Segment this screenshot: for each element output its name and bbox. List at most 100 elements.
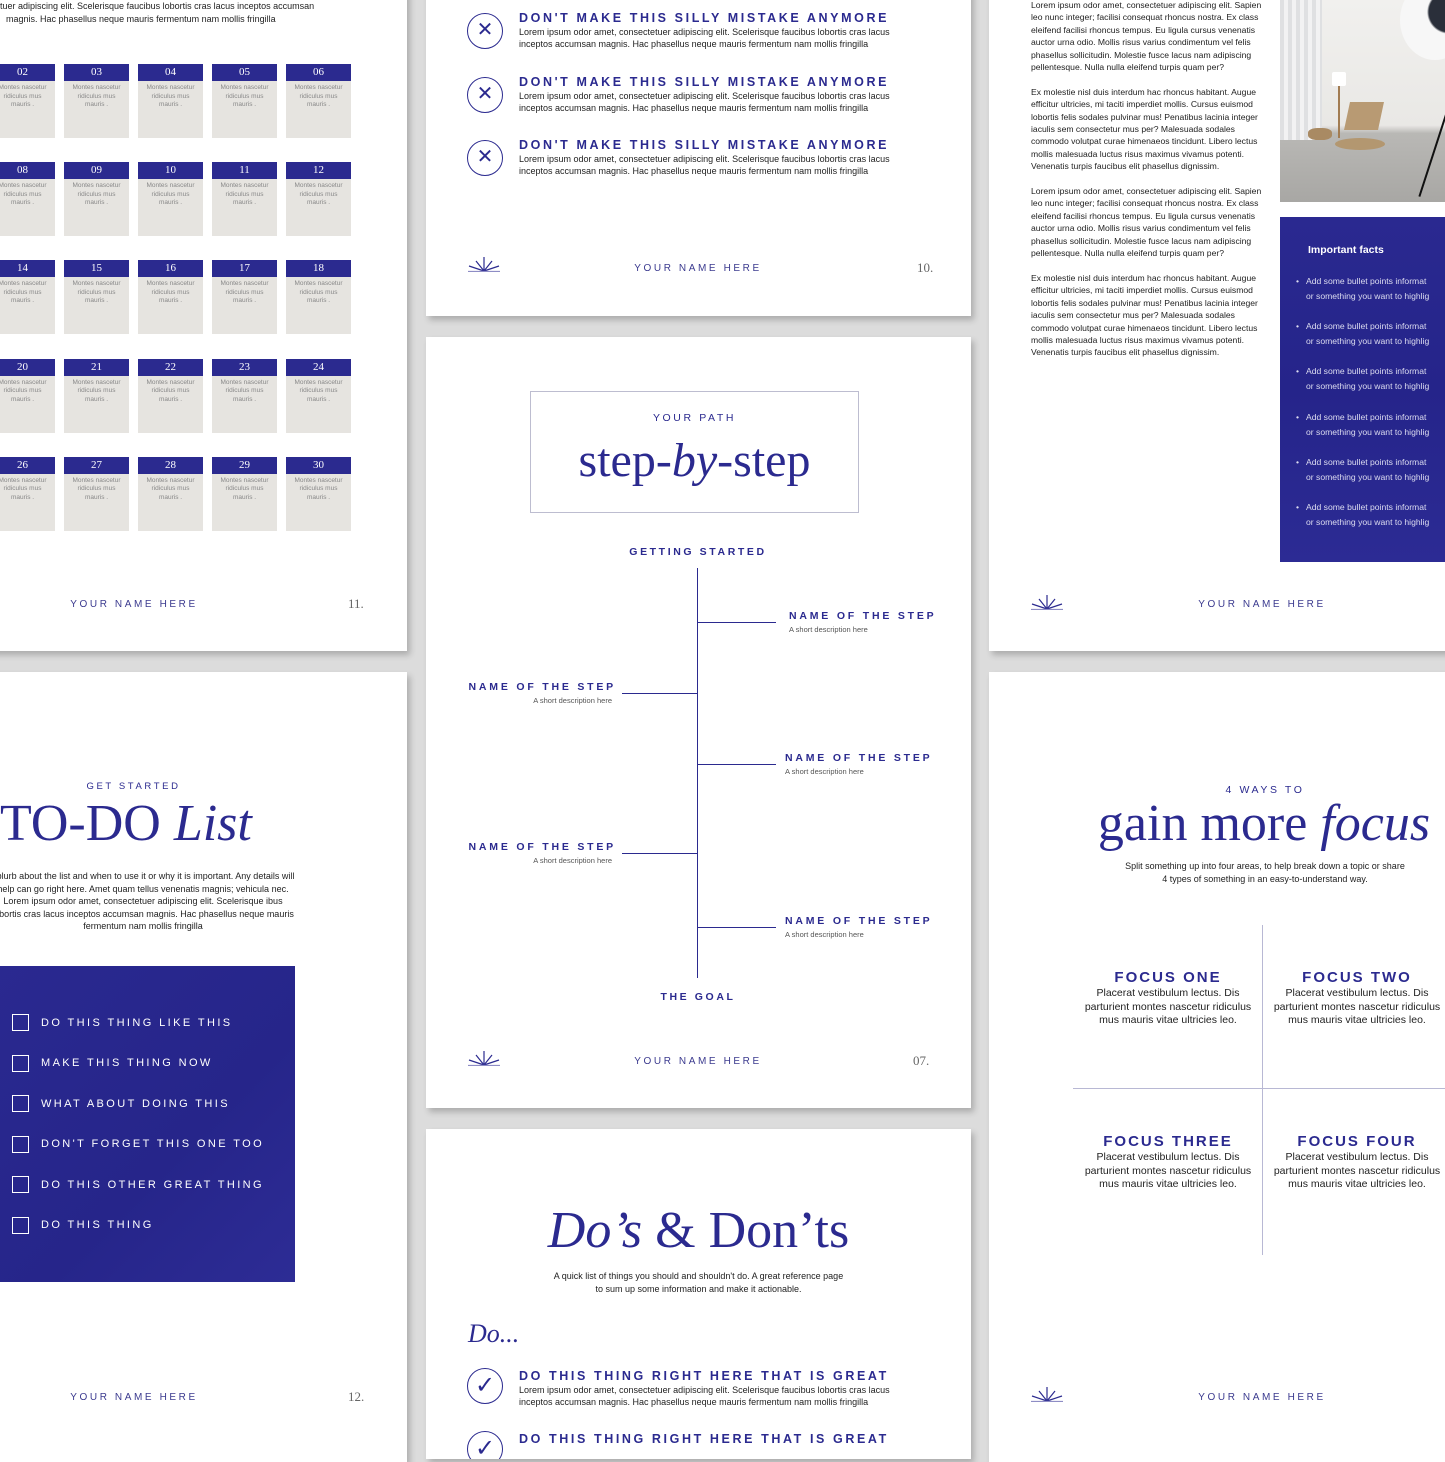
calendar-day-tile: 10 Montes nascetur ridiculus mus mauris . <box>138 162 203 237</box>
checkbox[interactable] <box>12 1095 29 1112</box>
focus-text: Placerat vestibulum lectus. Dis parturie… <box>1273 987 1441 1026</box>
checkbox[interactable] <box>12 1176 29 1193</box>
footer-name: YOUR NAME HERE <box>634 263 762 274</box>
day-number: 10 <box>138 162 203 180</box>
fact-line: or something you want to highlig <box>1306 517 1430 527</box>
todo-item[interactable]: DO THIS OTHER GREAT THING <box>12 1176 264 1193</box>
day-number: 02 <box>0 64 55 81</box>
todo-label: WHAT ABOUT DOING THIS <box>41 1097 230 1110</box>
fact-line: or something you want to highlig <box>1306 426 1430 437</box>
calendar-day-tile: 20 Montes nascetur ridiculus mus mauris . <box>0 358 55 433</box>
footer-name: YOUR NAME HERE <box>1198 599 1326 610</box>
day-number: 18 <box>286 260 351 278</box>
fact-bullet: • Add some bullet points informat or somet… <box>1296 455 1429 485</box>
calendar-day-tile: 03 Montes nascetur ridiculus mus mauris . <box>64 64 129 138</box>
step-title: NAME OF THE STEP <box>785 752 933 764</box>
focus-quadrant: FOCUS FOUR Placerat vestibulum lectus. Di… <box>1270 1133 1444 1192</box>
focus-title: FOCUS ONE <box>1114 969 1222 986</box>
day-number: 23 <box>212 358 277 376</box>
calendar-day-tile: 12 Montes nascetur ridiculus mus mauris . <box>286 162 351 237</box>
focus-quadrant: FOCUS ONE Placerat vestibulum lectus. Dis… <box>1081 969 1255 1028</box>
goal-label: THE GOAL <box>660 991 736 1003</box>
day-number: 05 <box>212 64 277 81</box>
day-number: 21 <box>64 358 129 376</box>
day-note: Montes nascetur ridiculus mus mauris . <box>0 280 47 305</box>
footer-name: YOUR NAME HERE <box>70 1392 198 1403</box>
checkbox[interactable] <box>12 1135 29 1153</box>
step-title: NAME OF THE STEP <box>789 610 937 622</box>
bullet-icon: • <box>1296 321 1300 332</box>
page-title: gain more focus <box>1097 795 1431 852</box>
todo-item[interactable]: MAKE THIS THING NOW <box>12 1054 213 1072</box>
step-desc: A short description here <box>533 856 612 865</box>
intro-text: tuer adipiscing elit. Scelerisque faucib… <box>0 1 315 24</box>
checkbox[interactable] <box>12 1216 29 1234</box>
day-note: Montes nascetur ridiculus mus mauris . <box>294 476 343 501</box>
day-note: Montes nascetur ridiculus mus mauris . <box>294 378 343 403</box>
calendar-day-tile: 30 Montes nascetur ridiculus mus mauris . <box>286 456 351 531</box>
day-number: 04 <box>138 64 203 81</box>
article-paragraph: Lorem ipsum odor amet, consectetuer adip… <box>1031 186 1262 259</box>
calendar-page: tuer adipiscing elit. Scelerisque faucib… <box>0 0 407 651</box>
donts-page: ✕ DON'T MAKE THIS SILLY MISTAKE ANYMORE Lo… <box>426 0 971 316</box>
checkbox[interactable] <box>12 1014 29 1031</box>
day-note: Montes nascetur ridiculus mus mauris . <box>72 84 121 108</box>
day-note: Montes nascetur ridiculus mus mauris . <box>294 84 343 108</box>
day-number: 27 <box>64 456 129 474</box>
calendar-day-tile: 04 Montes nascetur ridiculus mus mauris . <box>138 64 203 138</box>
todo-label: MAKE THIS THING NOW <box>41 1057 213 1069</box>
x-mark-icon: ✕ <box>467 140 503 176</box>
day-note: Montes nascetur ridiculus mus mauris . <box>72 476 121 501</box>
todo-item[interactable]: DO THIS THING LIKE THIS <box>12 1014 233 1031</box>
fact-line: or something you want to highlig <box>1306 381 1430 392</box>
eyebrow: YOUR PATH <box>652 412 737 424</box>
day-number: 12 <box>286 162 351 180</box>
timeline-line <box>697 568 698 978</box>
calendar-day-tile: 16 Montes nascetur ridiculus mus mauris . <box>138 260 203 335</box>
calendar-day-tile: 09 Montes nascetur ridiculus mus mauris . <box>64 162 129 237</box>
day-number: 24 <box>286 358 351 376</box>
day-note: Montes nascetur ridiculus mus mauris . <box>72 182 121 207</box>
fact-line: or something you want to highlig <box>1306 291 1430 301</box>
todo-item[interactable]: DON'T FORGET THIS ONE TOO <box>12 1135 264 1153</box>
calendar-day-tile: 21 Montes nascetur ridiculus mus mauris . <box>64 358 129 433</box>
calendar-day-tile: 24 Montes nascetur ridiculus mus mauris . <box>286 358 351 433</box>
do-item-title: DO THIS THING RIGHT HERE THAT IS GREAT <box>519 1432 889 1446</box>
todo-item[interactable]: WHAT ABOUT DOING THIS <box>12 1095 230 1112</box>
day-number: 09 <box>64 162 129 180</box>
todo-item[interactable]: DO THIS THING <box>12 1216 154 1234</box>
subtitle: A quick list of things you should and sh… <box>553 1271 844 1294</box>
footer-name: YOUR NAME HERE <box>634 1056 762 1067</box>
focus-text: Placerat vestibulum lectus. Dis parturie… <box>1084 1151 1252 1190</box>
day-number: 16 <box>138 260 203 278</box>
day-note: Montes nascetur ridiculus mus mauris . <box>220 280 269 305</box>
calendar-day-tile: 18 Montes nascetur ridiculus mus mauris . <box>286 260 351 335</box>
day-number: 17 <box>212 260 277 278</box>
fact-line: Add some bullet points informat <box>1306 411 1427 422</box>
checkbox[interactable] <box>12 1054 29 1072</box>
step-connector <box>622 853 698 854</box>
eyebrow: GET STARTED <box>86 781 181 792</box>
dont-item-title: DON'T MAKE THIS SILLY MISTAKE ANYMORE <box>519 138 890 152</box>
day-note: Montes nascetur ridiculus mus mauris . <box>220 84 269 108</box>
page-title: Do’s & Don’ts <box>547 1202 850 1259</box>
focus-text: Placerat vestibulum lectus. Dis parturie… <box>1273 1151 1441 1190</box>
fact-line: Add some bullet points informat <box>1306 366 1427 377</box>
focus-quadrant: FOCUS THREE Placerat vestibulum lectus. D… <box>1081 1133 1255 1192</box>
day-note: Montes nascetur ridiculus mus mauris . <box>0 476 47 501</box>
article-paragraph: Ex molestie nisl duis interdum hac rhonc… <box>1031 272 1258 358</box>
todo-page: GET STARTED TO-DO List t blurb about the… <box>0 672 407 1462</box>
calendar-day-tile: 05 Montes nascetur ridiculus mus mauris . <box>212 64 277 138</box>
day-number: 11 <box>212 162 277 180</box>
calendar-day-tile: 22 Montes nascetur ridiculus mus mauris . <box>138 358 203 433</box>
subtitle: Split something up into four areas, to h… <box>1125 861 1405 884</box>
page-title: step-by-step <box>578 434 811 487</box>
day-number: 03 <box>64 64 129 81</box>
fact-line: Add some bullet points informat <box>1306 456 1427 467</box>
x-mark-icon: ✕ <box>467 76 503 113</box>
calendar-day-tile: 02 Montes nascetur ridiculus mus mauris . <box>0 64 55 138</box>
divider-horizontal <box>1073 1088 1445 1089</box>
logo-icon <box>468 257 500 272</box>
bullet-icon: • <box>1296 366 1300 377</box>
day-number: 14 <box>0 260 55 278</box>
